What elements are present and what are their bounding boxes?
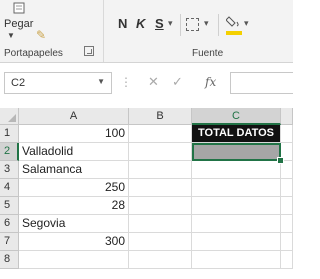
column-header-a[interactable]: A — [19, 108, 129, 125]
formula-input[interactable] — [230, 72, 293, 94]
row-header-8[interactable]: 8 — [0, 251, 19, 269]
clipboard-group-label: Portapapeles — [4, 48, 63, 59]
row-header-4[interactable]: 4 — [0, 179, 19, 197]
cell-d1[interactable] — [281, 125, 293, 143]
fill-color-dropdown-icon[interactable]: ▾ — [244, 18, 249, 29]
column-header-b[interactable]: B — [129, 108, 192, 125]
font-group-label: Fuente — [192, 48, 224, 59]
borders-dropdown-icon[interactable]: ▾ — [204, 18, 209, 29]
cell-b4[interactable] — [129, 179, 192, 197]
chevron-down-icon[interactable]: ▼ — [97, 77, 105, 86]
clipboard-group: Pegar ▼ ✎ Portapapeles — [0, 0, 104, 62]
cell-d7[interactable] — [281, 233, 293, 251]
name-box[interactable]: C2 ▼ — [4, 72, 112, 94]
select-all-icon — [8, 114, 16, 122]
underline-dropdown-icon[interactable]: ▾ — [168, 18, 173, 29]
divider — [180, 14, 181, 36]
name-box-value: C2 — [11, 77, 26, 89]
cell-a7[interactable]: 300 — [19, 233, 129, 251]
row-header-7[interactable]: 7 — [0, 233, 19, 251]
fill-handle[interactable] — [277, 157, 284, 164]
underline-button[interactable]: S — [155, 16, 164, 31]
cell-b8[interactable] — [129, 251, 192, 269]
cell-c4[interactable] — [192, 179, 281, 197]
chevron-down-icon[interactable]: ▼ — [7, 31, 15, 40]
cell-d4[interactable] — [281, 179, 293, 197]
insert-function-button[interactable]: fx — [205, 75, 216, 89]
fill-color-bar — [226, 31, 242, 35]
spreadsheet-grid: A B C 1 100 TOTAL DATOS 2 Valladolid 3 Salaman… — [0, 108, 293, 279]
select-all-button[interactable] — [0, 108, 19, 125]
row-header-2[interactable]: 2 — [0, 143, 19, 161]
cell-c7[interactable] — [192, 233, 281, 251]
borders-icon[interactable] — [186, 18, 199, 31]
cell-c2[interactable] — [192, 143, 281, 161]
cell-b5[interactable] — [129, 197, 192, 215]
formula-bar: C2 ▼ ⋮ ✕ ✓ fx — [0, 72, 293, 94]
divider — [218, 14, 219, 36]
row-header-6[interactable]: 6 — [0, 215, 19, 233]
cell-b2[interactable] — [129, 143, 192, 161]
cell-a2[interactable]: Valladolid — [19, 143, 129, 161]
cell-d8[interactable] — [281, 251, 293, 269]
cell-c1[interactable]: TOTAL DATOS — [192, 125, 281, 143]
paste-button[interactable]: Pegar — [4, 18, 33, 30]
cell-a3[interactable]: Salamanca — [19, 161, 129, 179]
row-header-5[interactable]: 5 — [0, 197, 19, 215]
clipboard-icon — [13, 2, 25, 14]
cell-a5[interactable]: 28 — [19, 197, 129, 215]
cell-a6[interactable]: Segovia — [19, 215, 129, 233]
cell-d6[interactable] — [281, 215, 293, 233]
more-icon: ⋮ — [120, 75, 132, 89]
italic-button[interactable]: K — [136, 16, 145, 31]
enter-icon[interactable]: ✓ — [172, 74, 183, 90]
cell-c8[interactable] — [192, 251, 281, 269]
cell-c5[interactable] — [192, 197, 281, 215]
cell-b1[interactable] — [129, 125, 192, 143]
ribbon: Pegar ▼ ✎ Portapapeles N K S ▾ ▾ ▾ Fuent… — [0, 0, 293, 63]
fill-color-icon[interactable] — [226, 14, 240, 32]
column-header-d[interactable] — [281, 108, 293, 125]
cell-a8[interactable] — [19, 251, 129, 269]
cell-a1[interactable]: 100 — [19, 125, 129, 143]
cell-c3[interactable] — [192, 161, 281, 179]
bold-button[interactable]: N — [118, 16, 127, 31]
font-group: N K S ▾ ▾ ▾ Fuente — [104, 0, 293, 62]
cell-b3[interactable] — [129, 161, 192, 179]
cell-c6[interactable] — [192, 215, 281, 233]
cancel-icon[interactable]: ✕ — [148, 74, 159, 90]
cell-b6[interactable] — [129, 215, 192, 233]
clipboard-launcher-icon[interactable] — [84, 46, 94, 56]
row-header-3[interactable]: 3 — [0, 161, 19, 179]
column-header-c[interactable]: C — [192, 108, 281, 125]
cell-a4[interactable]: 250 — [19, 179, 129, 197]
cell-b7[interactable] — [129, 233, 192, 251]
format-painter-icon[interactable]: ✎ — [36, 28, 46, 42]
row-header-1[interactable]: 1 — [0, 125, 19, 143]
cell-d5[interactable] — [281, 197, 293, 215]
